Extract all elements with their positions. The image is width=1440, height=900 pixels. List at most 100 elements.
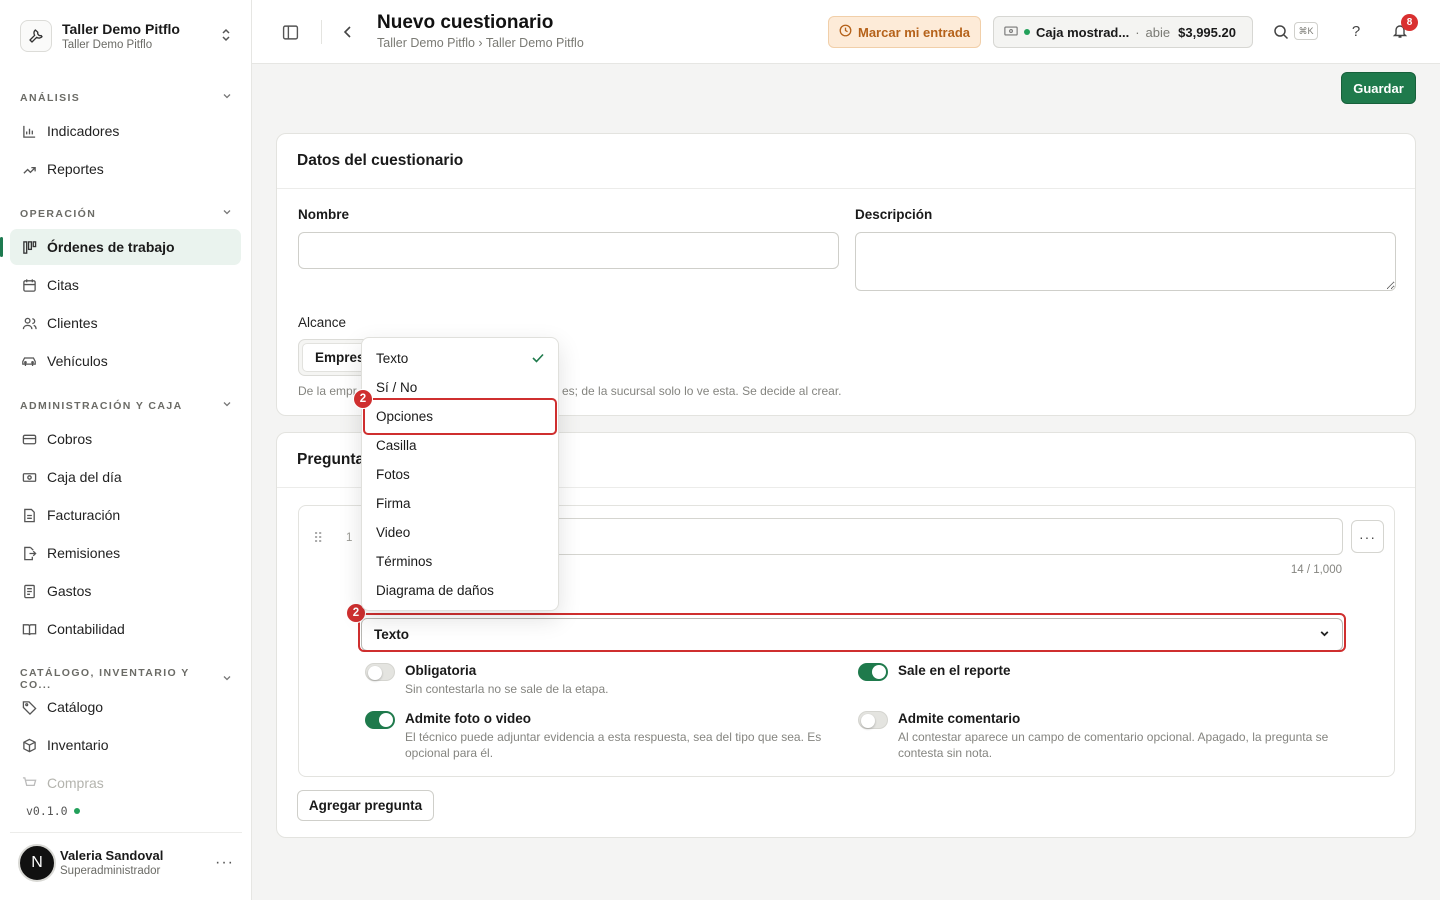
toggle-knob: [872, 665, 886, 679]
sidebar-item-label: Facturación: [47, 507, 121, 523]
description-input[interactable]: [855, 232, 1396, 291]
question-type-dropdown: Texto Sí / No Opciones Casilla Fotos Fir…: [361, 337, 559, 611]
breadcrumb: Taller Demo Pitflo › Taller Demo Pitflo: [377, 36, 584, 50]
sidebar-item-compras[interactable]: Compras: [10, 765, 241, 801]
cart-icon: [20, 774, 38, 792]
topbar: Nuevo cuestionario Taller Demo Pitflo › …: [252, 0, 1440, 64]
sidebar-item-label: Catálogo: [47, 699, 104, 715]
mark-entry-button[interactable]: Marcar mi entrada: [828, 16, 981, 48]
add-question-button[interactable]: Agregar pregunta: [297, 790, 434, 821]
required-desc: Sin contestarla no se sale de la etapa.: [405, 682, 609, 696]
receipt-icon: [20, 582, 38, 600]
section-label: ADMINISTRACIÓN Y CAJA: [20, 399, 183, 412]
required-toggle[interactable]: [365, 663, 395, 681]
dropdown-item-diagrama[interactable]: Diagrama de daños: [362, 576, 558, 605]
sidebar-item-vehiculos[interactable]: Vehículos: [10, 343, 241, 379]
sidebar-item-facturacion[interactable]: Facturación: [10, 497, 241, 533]
in-report-title: Sale en el reporte: [898, 663, 1011, 678]
dropdown-item-label: Sí / No: [376, 380, 418, 395]
sidebar-item-caja[interactable]: Caja del día: [10, 459, 241, 495]
sidebar-item-gastos[interactable]: Gastos: [10, 573, 241, 609]
sidebar-item-ordenes[interactable]: Órdenes de trabajo: [0, 229, 241, 265]
section-operacion[interactable]: OPERACIÓN: [20, 207, 232, 220]
sidebar-item-inventario[interactable]: Inventario: [10, 727, 241, 763]
more-horizontal-icon[interactable]: ···: [215, 854, 234, 872]
dropdown-item-terminos[interactable]: Términos: [362, 547, 558, 576]
sidebar-item-label: Indicadores: [47, 123, 120, 139]
search-icon[interactable]: [1271, 22, 1291, 42]
section-administracion[interactable]: ADMINISTRACIÓN Y CAJA: [20, 399, 232, 412]
chevron-down-icon: [222, 399, 232, 412]
trend-up-icon: [20, 160, 38, 178]
allow-media-desc: El técnico puede adjuntar evidencia a es…: [405, 730, 822, 760]
sidebar-item-indicadores[interactable]: Indicadores: [10, 113, 241, 149]
credit-card-icon: [20, 430, 38, 448]
tag-icon: [20, 698, 38, 716]
card-title: Datos del cuestionario: [277, 134, 1415, 189]
sidebar-item-cobros[interactable]: Cobros: [10, 421, 241, 457]
dropdown-item-opciones[interactable]: Opciones: [362, 402, 558, 431]
kanban-icon: [20, 238, 38, 256]
name-input[interactable]: [298, 232, 839, 269]
user-menu[interactable]: N Valeria Sandoval Superadministrador ··…: [10, 832, 242, 892]
question-type-select[interactable]: Texto: [361, 618, 1343, 651]
check-icon: [532, 351, 544, 366]
sidebar-item-remisiones[interactable]: Remisiones: [10, 535, 241, 571]
users-icon: [20, 314, 38, 332]
file-export-icon: [20, 544, 38, 562]
section-label: CATÁLOGO, INVENTARIO Y CO...: [20, 667, 190, 691]
section-catalogo[interactable]: CATÁLOGO, INVENTARIO Y CO...: [20, 667, 232, 691]
dropdown-item-video[interactable]: Video: [362, 518, 558, 547]
dropdown-item-firma[interactable]: Firma: [362, 489, 558, 518]
chart-bars-icon: [20, 122, 38, 140]
sidebar-item-label: Contabilidad: [47, 621, 125, 637]
page-title: Nuevo cuestionario: [377, 12, 554, 33]
sidebar-item-reportes[interactable]: Reportes: [10, 151, 241, 187]
shortcut-hint: ⌘K: [1294, 22, 1318, 40]
drag-handle-icon[interactable]: ⠿: [313, 530, 323, 547]
scope-help-text: De la empr: [298, 384, 357, 398]
sidebar-item-citas[interactable]: Citas: [10, 267, 241, 303]
dropdown-item-label: Casilla: [376, 438, 417, 453]
back-chevron-icon[interactable]: [338, 22, 358, 42]
dropdown-item-fotos[interactable]: Fotos: [362, 460, 558, 489]
dropdown-item-texto[interactable]: Texto: [362, 344, 558, 373]
workspace-switcher[interactable]: Taller Demo Pitflo Taller Demo Pitflo: [10, 8, 242, 64]
question-number: 1: [346, 532, 353, 544]
allow-comment-toggle[interactable]: [858, 711, 888, 729]
workspace-subtitle: Taller Demo Pitflo: [62, 39, 153, 51]
wrench-icon: [20, 20, 52, 52]
clock-icon: [839, 24, 852, 40]
book-icon: [20, 620, 38, 638]
chevron-down-icon: [222, 91, 232, 104]
cash-register-button[interactable]: Caja mostrad... · abie $3,995.20: [993, 16, 1253, 48]
help-icon[interactable]: ?: [1346, 21, 1366, 41]
dropdown-item-casilla[interactable]: Casilla: [362, 431, 558, 460]
dropdown-item-label: Opciones: [376, 409, 434, 424]
dropdown-item-label: Texto: [376, 351, 409, 366]
section-analisis[interactable]: ANÁLISIS: [20, 91, 232, 104]
cash-name: Caja mostrad...: [1036, 24, 1130, 40]
notification-badge: 8: [1401, 14, 1418, 31]
status-dot-icon: [1024, 29, 1030, 35]
more-options-button[interactable]: ···: [1351, 520, 1384, 553]
in-report-toggle[interactable]: [858, 663, 888, 681]
sidebar-item-contabilidad[interactable]: Contabilidad: [10, 611, 241, 647]
sidebar-item-label: Citas: [47, 277, 79, 293]
sidebar-item-clientes[interactable]: Clientes: [10, 305, 241, 341]
mark-entry-label: Marcar mi entrada: [858, 24, 970, 40]
cash-separator: ·: [1135, 24, 1140, 40]
box-icon: [20, 736, 38, 754]
dropdown-item-label: Fotos: [376, 467, 410, 482]
save-button[interactable]: Guardar: [1341, 72, 1416, 104]
chevron-up-down-icon: [220, 28, 232, 45]
sidebar-item-label: Gastos: [47, 583, 92, 599]
allow-media-toggle[interactable]: [365, 711, 395, 729]
sidebar-item-catalogo[interactable]: Catálogo: [10, 689, 241, 725]
allow-comment-title: Admite comentario: [898, 711, 1021, 726]
name-label: Nombre: [298, 207, 350, 222]
app-version: v0.1.0: [26, 804, 80, 818]
sidebar-toggle-icon[interactable]: [280, 22, 300, 42]
question-type-value: Texto: [374, 627, 410, 642]
dropdown-item-si-no[interactable]: Sí / No: [362, 373, 558, 402]
